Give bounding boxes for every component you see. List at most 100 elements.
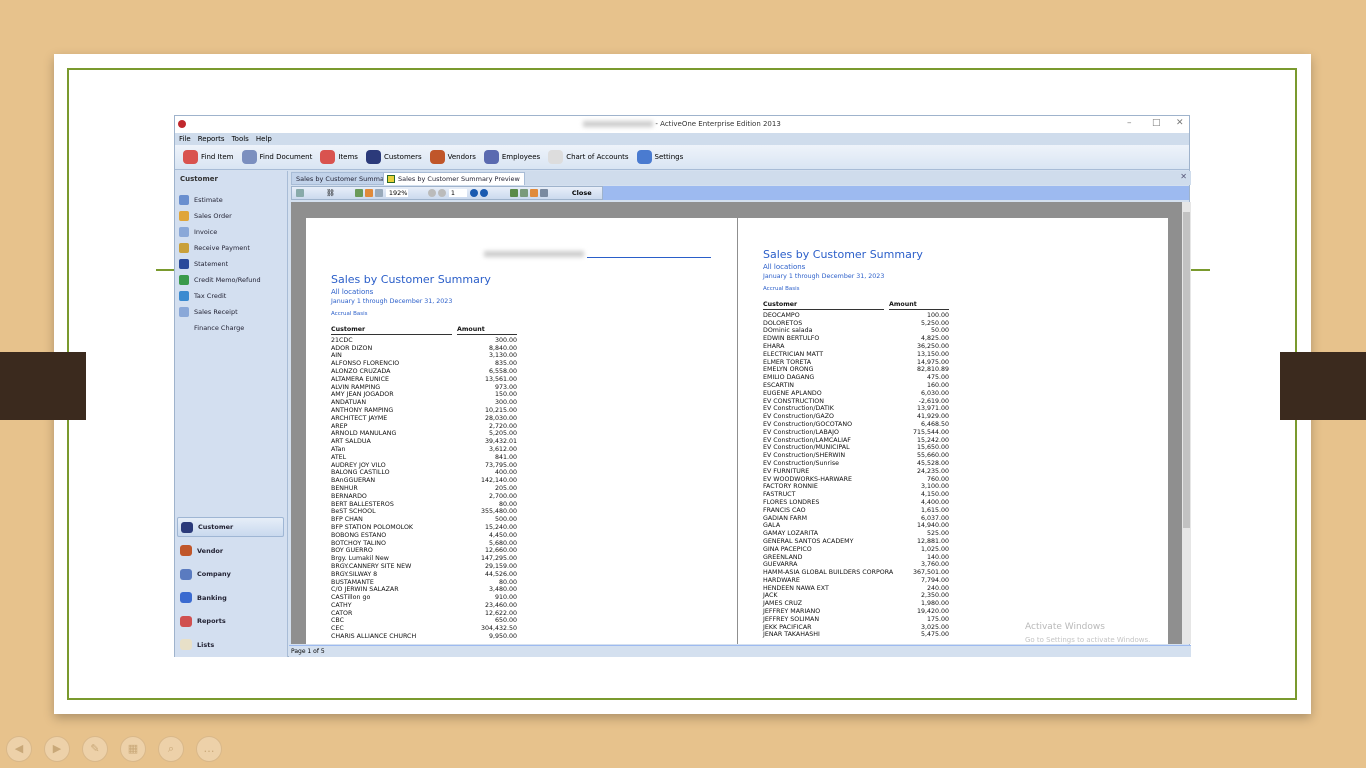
amount: 304,432.50 xyxy=(480,625,517,633)
find-icon[interactable]: ⛓ xyxy=(326,189,335,197)
toolbar-find-item-button[interactable]: Find Item xyxy=(183,150,234,164)
amount: 6,468.50 xyxy=(920,420,949,428)
four-page-view-button[interactable] xyxy=(539,189,548,197)
close-tab-button[interactable]: ✕ xyxy=(1180,172,1187,181)
amount: 3,100.00 xyxy=(920,483,949,491)
more-icon[interactable]: … xyxy=(196,736,222,762)
nav-lists[interactable]: Lists xyxy=(177,635,284,655)
sidebar-item-statement[interactable]: Statement xyxy=(179,259,228,269)
customer-name: EV Construction/Sunrise xyxy=(763,459,839,467)
sidebar-item-receive-payment[interactable]: Receive Payment xyxy=(179,243,250,253)
amount: 150.00 xyxy=(494,391,517,399)
customer-name: BUSTAMANTE xyxy=(331,578,374,586)
sidebar-item-sales-receipt[interactable]: Sales Receipt xyxy=(179,307,238,317)
items-icon xyxy=(320,150,336,164)
report-locations: All locations xyxy=(331,288,374,296)
toolbar-customers-button[interactable]: Customers xyxy=(365,150,422,164)
table-row: BENHUR 205.00 xyxy=(331,485,517,493)
customer-name: GADIAN FARM xyxy=(763,514,808,522)
menu-tools[interactable]: Tools xyxy=(232,135,249,143)
customer-name: CATOR xyxy=(331,609,353,617)
table-row: FACTORY RONNIE 3,100.00 xyxy=(763,483,949,491)
table-row: DOLORETOS 5,250.00 xyxy=(763,320,949,328)
slides-grid-icon[interactable]: ▦ xyxy=(120,736,146,762)
customer-name: FLORES LONDRES xyxy=(763,498,820,506)
customer-name: EV WOODWORKS-HARWARE xyxy=(763,475,852,483)
find-document-icon xyxy=(241,150,257,164)
amount: 13,561.00 xyxy=(484,375,517,383)
whole-page-button[interactable] xyxy=(374,189,383,197)
next-icon[interactable]: ▶ xyxy=(44,736,70,762)
customer-name: BERT BALLESTEROS xyxy=(331,500,394,508)
sidebar-item-estimate[interactable]: Estimate xyxy=(179,195,223,205)
menu-file[interactable]: File xyxy=(179,135,191,143)
fit-width-button[interactable] xyxy=(364,189,373,197)
sidebar-item-label: Sales Order xyxy=(194,212,232,220)
customer-name: GALA xyxy=(763,522,781,530)
nav-vendor[interactable]: Vendor xyxy=(177,541,284,561)
close-preview-button[interactable]: Close xyxy=(572,189,592,197)
last-page-button[interactable] xyxy=(479,189,488,197)
table-row: GUEVARRA 3,760.00 xyxy=(763,561,949,569)
tab-sales-by-customer-summary[interactable]: Sales by Customer Summary xyxy=(291,172,396,185)
customer-name: BeST SCHOOL xyxy=(331,508,376,516)
reports-icon xyxy=(180,615,192,627)
report-locations: All locations xyxy=(763,263,806,271)
previous-page-button[interactable] xyxy=(437,189,446,197)
sidebar-item-tax-credit[interactable]: Tax Credit xyxy=(179,291,226,301)
amount: 80.00 xyxy=(498,578,517,586)
toolbar-vendors-button[interactable]: Vendors xyxy=(429,150,476,164)
one-page-view-button[interactable] xyxy=(509,189,518,197)
table-row: GENERAL SANTOS ACADEMY 12,881.00 xyxy=(763,538,949,546)
table-row: ANDATUAN 300.00 xyxy=(331,399,517,407)
sidebar-item-invoice[interactable]: Invoice xyxy=(179,227,217,237)
tab-sales-by-customer-summary-preview[interactable]: Sales by Customer Summary Preview xyxy=(383,172,525,185)
scrollbar-thumb[interactable] xyxy=(1183,212,1190,528)
table-row: BERNARDO 2,700.00 xyxy=(331,493,517,501)
customer-name: 21CDC xyxy=(331,336,353,344)
print-icon[interactable] xyxy=(296,189,304,197)
toolbar-chart-of-accounts-button[interactable]: Chart of Accounts xyxy=(548,150,629,164)
customer-name: GAMAY LOZARITA xyxy=(763,530,819,538)
amount: 525.00 xyxy=(926,530,949,538)
nav-company[interactable]: Company xyxy=(177,564,284,584)
minimize-button[interactable]: – xyxy=(1127,118,1132,128)
toolbar-find-document-button[interactable]: Find Document xyxy=(241,150,312,164)
nav-customer[interactable]: Customer xyxy=(177,517,284,537)
close-window-button[interactable]: ✕ xyxy=(1176,118,1184,128)
preview-toolbar: ⛓ 192% 1 Close xyxy=(291,186,1189,200)
multi-page-view-button[interactable] xyxy=(529,189,538,197)
sidebar-item-finance-charge[interactable]: Finance Charge xyxy=(179,323,244,333)
zoom-icon[interactable]: ⌕ xyxy=(158,736,184,762)
sidebar-item-credit-memo-refund[interactable]: Credit Memo/Refund xyxy=(179,275,261,285)
next-page-button[interactable] xyxy=(469,189,478,197)
menu-help[interactable]: Help xyxy=(256,135,272,143)
single-page-button[interactable] xyxy=(354,189,363,197)
page-number-input[interactable]: 1 xyxy=(448,189,467,197)
toolbar-employees-button[interactable]: Employees xyxy=(483,150,540,164)
amount: 24,235.00 xyxy=(916,467,949,475)
vertical-scrollbar[interactable] xyxy=(1182,202,1191,644)
customer-name: ESCARTIN xyxy=(763,381,795,389)
previous-icon[interactable]: ◀ xyxy=(6,736,32,762)
pen-icon[interactable]: ✎ xyxy=(82,736,108,762)
amount: 12,881.00 xyxy=(916,537,949,545)
first-page-button[interactable] xyxy=(427,189,436,197)
toolbar-settings-button[interactable]: Settings xyxy=(636,150,683,164)
tax-credit-icon xyxy=(179,291,189,301)
amount: 475.00 xyxy=(926,374,949,382)
customer-name: ALONZO CRUZADA xyxy=(331,367,391,375)
table-row: EV Construction/GAZO 41,929.00 xyxy=(763,413,949,421)
sidebar-item-sales-order[interactable]: Sales Order xyxy=(179,211,232,221)
menu-reports[interactable]: Reports xyxy=(198,135,225,143)
maximize-button[interactable]: □ xyxy=(1152,118,1161,128)
customer-name: CATHY xyxy=(331,601,352,609)
nav-reports[interactable]: Reports xyxy=(177,611,284,631)
toolbar-items-button[interactable]: Items xyxy=(320,150,358,164)
report-period: January 1 through December 31, 2023 xyxy=(331,298,453,305)
two-page-view-button[interactable] xyxy=(519,189,528,197)
amount: 6,037.00 xyxy=(920,514,949,522)
nav-banking[interactable]: Banking xyxy=(177,588,284,608)
amount: 7,794.00 xyxy=(920,576,949,584)
zoom-input[interactable]: 192% xyxy=(385,189,408,197)
